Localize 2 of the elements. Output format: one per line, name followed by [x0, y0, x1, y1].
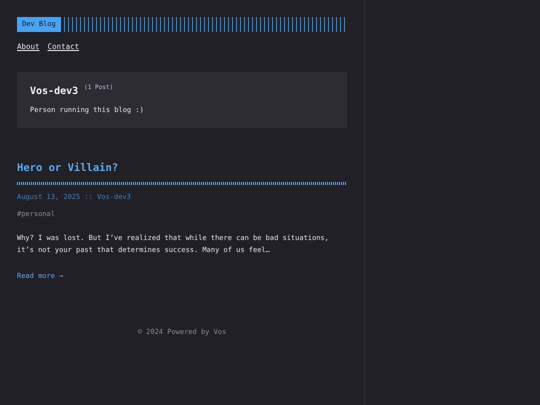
author-name: Vos-dev3: [30, 85, 78, 100]
post-title[interactable]: Hero or Villain?: [17, 161, 347, 177]
